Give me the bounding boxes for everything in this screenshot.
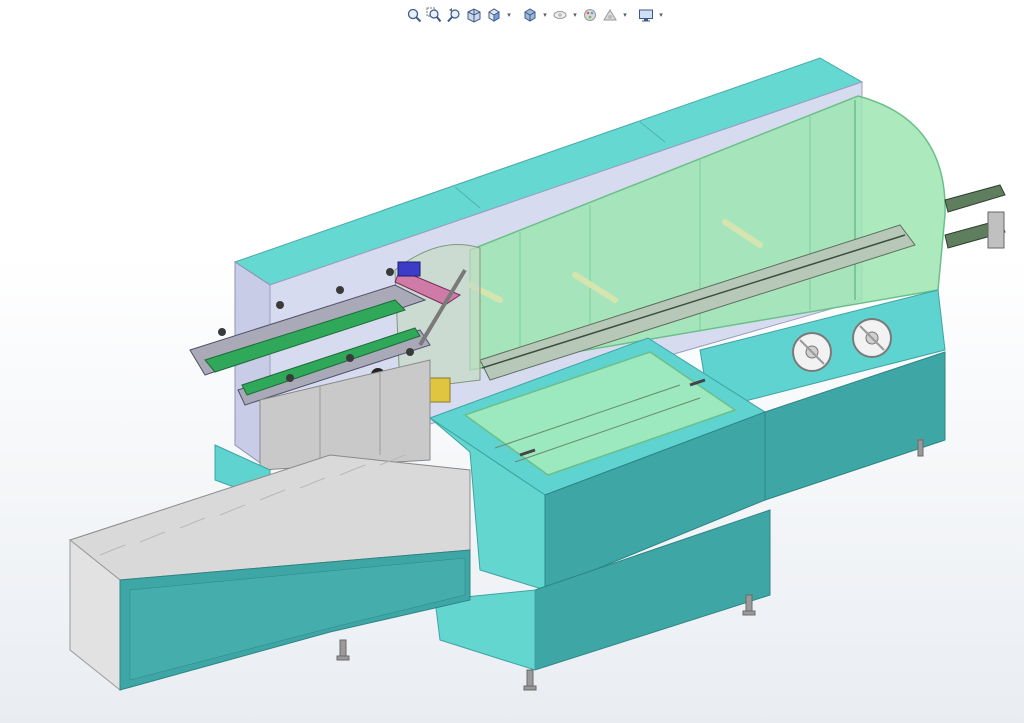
right-end-motor bbox=[987, 211, 1005, 249]
hide-show-items-dropdown[interactable]: ▾ bbox=[571, 6, 579, 24]
section-view-button[interactable] bbox=[465, 6, 483, 24]
display-style-dropdown[interactable]: ▾ bbox=[541, 6, 549, 24]
display-style-button[interactable] bbox=[521, 6, 539, 24]
zoom-to-fit-button[interactable] bbox=[405, 6, 423, 24]
view-settings-dropdown[interactable]: ▾ bbox=[657, 6, 665, 24]
edit-appearance-button[interactable] bbox=[581, 6, 599, 24]
view-settings-icon bbox=[639, 9, 653, 22]
section-view-icon bbox=[467, 8, 481, 23]
handwheel-right[interactable] bbox=[852, 318, 892, 358]
zoom-to-area-icon bbox=[426, 7, 442, 23]
view-orientation-icon bbox=[488, 8, 500, 22]
graphics-area[interactable]: ▾ ▾ ▾ ▾ ▾ bbox=[0, 0, 1024, 723]
zoom-to-area-button[interactable] bbox=[425, 6, 443, 24]
right-end-rail-upper bbox=[944, 184, 1006, 213]
hide-show-items-button[interactable] bbox=[551, 6, 569, 24]
view-orientation-dropdown[interactable]: ▾ bbox=[505, 6, 513, 24]
previous-view-icon bbox=[447, 8, 460, 23]
apply-scene-button[interactable] bbox=[601, 6, 619, 24]
heads-up-view-toolbar: ▾ ▾ ▾ ▾ ▾ bbox=[405, 4, 665, 26]
view-settings-button[interactable] bbox=[637, 6, 655, 24]
cartoning-machine-model[interactable] bbox=[0, 0, 1024, 723]
zoom-to-fit-icon bbox=[407, 8, 422, 23]
view-orientation-button[interactable] bbox=[485, 6, 503, 24]
hide-show-items-icon bbox=[553, 11, 567, 19]
display-style-icon bbox=[524, 8, 536, 22]
pickup-arm-actuator bbox=[397, 261, 421, 277]
previous-view-button[interactable] bbox=[445, 6, 463, 24]
apply-scene-dropdown[interactable]: ▾ bbox=[621, 6, 629, 24]
handwheel-left[interactable] bbox=[792, 332, 832, 372]
edit-appearance-icon bbox=[584, 9, 596, 21]
apply-scene-icon bbox=[603, 9, 617, 21]
